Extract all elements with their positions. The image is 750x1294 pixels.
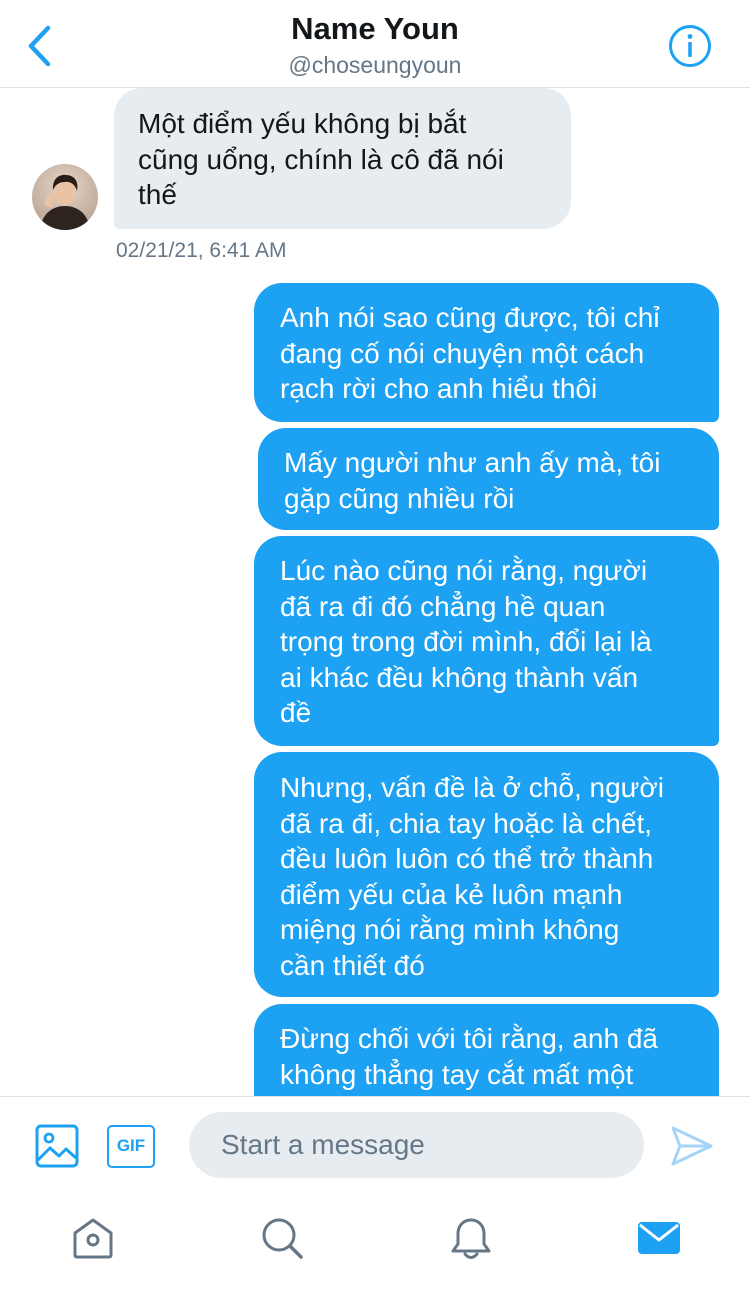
info-button[interactable] [667,23,713,69]
bell-icon [451,1218,491,1259]
tab-messages[interactable] [637,1216,681,1260]
sent-message-bubble[interactable]: Mấy người như anh ấy mà, tôi gặp cũng nh… [258,428,719,530]
tab-home[interactable] [71,1216,115,1260]
received-message-bubble[interactable]: Một điểm yếu không bị bắt cũng uổng, chí… [114,88,571,229]
bottom-tab-bar [0,1194,750,1294]
tab-search[interactable] [260,1216,304,1260]
user-handle: @choseungyoun [288,52,462,78]
home-icon [73,1218,113,1259]
conversation-header: Name Youn @choseungyoun [0,0,750,88]
avatar[interactable] [32,164,98,230]
sent-message-bubble[interactable]: Anh nói sao cũng được, tôi chỉ đang cố n… [254,283,719,422]
message-composer: GIF [0,1096,750,1195]
conversation-title[interactable]: Name Youn [0,11,750,47]
sent-message-bubble[interactable]: Lúc nào cũng nói rằng, người đã ra đi đó… [254,536,719,746]
sent-message-bubble[interactable]: Nhưng, vấn đề là ở chỗ, người đã ra đi, … [254,752,719,997]
send-button[interactable] [670,1125,714,1167]
message-input[interactable] [189,1112,644,1178]
tab-notifications[interactable] [449,1216,493,1260]
mail-icon [638,1222,680,1254]
info-icon [669,25,711,67]
add-photo-button[interactable] [35,1124,79,1168]
send-icon [671,1126,713,1166]
image-icon [35,1124,79,1168]
search-icon [262,1218,303,1259]
sent-message-bubble[interactable]: Đừng chối với tôi rằng, anh đã không thẳ… [254,1004,719,1096]
gif-button[interactable]: GIF [107,1125,155,1168]
message-list[interactable]: Một điểm yếu không bị bắt cũng uổng, chí… [0,88,750,1096]
message-timestamp: 02/21/21, 6:41 AM [116,239,287,262]
